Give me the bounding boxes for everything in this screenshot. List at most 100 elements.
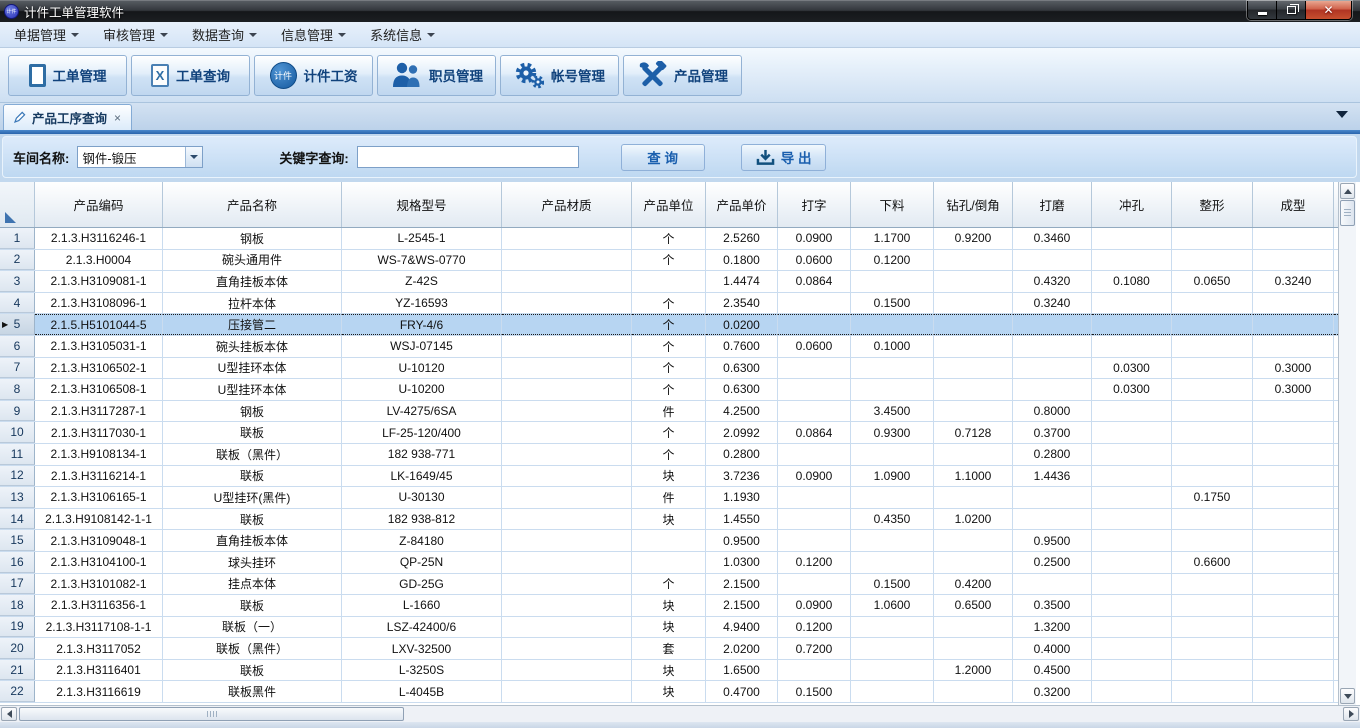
table-row[interactable]: 12.1.3.H3116246-1钢板L-2545-1个2.52600.0900… xyxy=(0,228,1338,250)
tab-product-process-query[interactable]: 产品工序查询 × xyxy=(3,104,132,130)
row-number-cell[interactable]: 8 xyxy=(0,379,35,400)
data-cell: 2.1.3.H3116619 xyxy=(35,681,163,702)
table-row[interactable]: 122.1.3.H3116214-1联板LK-1649/45块3.72360.0… xyxy=(0,466,1338,488)
column-header-11[interactable]: 冲孔 xyxy=(1092,182,1172,227)
close-button[interactable]: ✕ xyxy=(1306,1,1351,19)
data-cell xyxy=(1253,638,1334,659)
column-header-8[interactable]: 下料 xyxy=(851,182,934,227)
table-row[interactable]: 192.1.3.H3117108-1-1联板（一）LSZ-42400/6块4.9… xyxy=(0,617,1338,639)
menu-item-2[interactable]: 数据查询 xyxy=(184,22,265,47)
scroll-up-button[interactable] xyxy=(1340,183,1355,199)
row-number-cell[interactable]: 17 xyxy=(0,574,35,595)
row-number-cell[interactable]: 2 xyxy=(0,250,35,271)
data-cell xyxy=(1172,293,1253,314)
menu-item-3[interactable]: 信息管理 xyxy=(273,22,354,47)
row-number-cell[interactable]: 19 xyxy=(0,617,35,638)
menu-bar: 单据管理审核管理数据查询信息管理系统信息 xyxy=(0,22,1360,48)
row-number-cell[interactable]: 7 xyxy=(0,358,35,379)
row-number-cell[interactable]: 12 xyxy=(0,466,35,487)
row-number-cell[interactable]: 4 xyxy=(0,293,35,314)
row-number-cell[interactable]: 16 xyxy=(0,552,35,573)
row-number-cell[interactable]: 10 xyxy=(0,422,35,443)
arrow-up-icon xyxy=(1344,189,1352,194)
column-header-12[interactable]: 整形 xyxy=(1172,182,1253,227)
chevron-down-icon xyxy=(190,155,198,159)
row-number-cell[interactable]: 3 xyxy=(0,271,35,292)
table-row[interactable]: 132.1.3.H3106165-1U型挂环(黑件)U-30130件1.1930… xyxy=(0,487,1338,509)
toolbar-button-3[interactable]: 职员管理 xyxy=(377,55,496,96)
table-row[interactable]: 152.1.3.H3109048-1直角挂板本体Z-841800.95000.9… xyxy=(0,530,1338,552)
row-number-cell[interactable]: 22 xyxy=(0,681,35,702)
table-row[interactable]: 212.1.3.H3116401联板L-3250S块1.65001.20000.… xyxy=(0,660,1338,682)
tab-list-dropdown-icon[interactable] xyxy=(1336,111,1348,118)
scroll-left-button[interactable] xyxy=(1,707,17,721)
column-header-9[interactable]: 钻孔/倒角 xyxy=(934,182,1013,227)
table-row[interactable]: 202.1.3.H3117052联板（黑件）LXV-32500套2.02000.… xyxy=(0,638,1338,660)
row-number-cell[interactable]: ▶5 xyxy=(0,314,35,335)
table-row[interactable]: 22.1.3.H0004碗头通用件WS-7&WS-0770个0.18000.06… xyxy=(0,250,1338,272)
workshop-value: 钢件-锻压 xyxy=(78,148,185,167)
column-header-13[interactable]: 成型 xyxy=(1253,182,1334,227)
data-cell: 2.1500 xyxy=(706,595,778,616)
column-header-2[interactable]: 产品名称 xyxy=(163,182,342,227)
column-header-10[interactable]: 打磨 xyxy=(1013,182,1092,227)
column-header-6[interactable]: 产品单价 xyxy=(706,182,778,227)
toolbar-button-2[interactable]: 计件计件工资 xyxy=(254,55,373,96)
table-row[interactable]: 142.1.3.H9108142-1-1联板182 938-812块1.4550… xyxy=(0,509,1338,531)
table-row[interactable]: 172.1.3.H3101082-1挂点本体GD-25G个2.15000.150… xyxy=(0,574,1338,596)
keyword-input[interactable] xyxy=(357,146,579,168)
table-row[interactable]: 92.1.3.H3117287-1钢板LV-4275/6SA件4.25003.4… xyxy=(0,401,1338,423)
menu-item-0[interactable]: 单据管理 xyxy=(6,22,87,47)
table-row[interactable]: 62.1.3.H3105031-1碗头挂板本体WSJ-07145个0.76000… xyxy=(0,336,1338,358)
vertical-scrollbar[interactable] xyxy=(1338,182,1356,705)
export-button[interactable]: 导 出 xyxy=(741,144,827,171)
table-row[interactable]: 112.1.3.H9108134-1联板（黑件）182 938-771个0.28… xyxy=(0,444,1338,466)
table-row[interactable]: 32.1.3.H3109081-1直角挂板本体Z-42S1.44740.0864… xyxy=(0,271,1338,293)
row-number-cell[interactable]: 18 xyxy=(0,595,35,616)
row-number-cell[interactable]: 11 xyxy=(0,444,35,465)
column-header-1[interactable]: 产品编码 xyxy=(35,182,163,227)
table-row[interactable]: 222.1.3.H3116619联板黑件L-4045B块0.47000.1500… xyxy=(0,681,1338,703)
menu-item-label: 系统信息 xyxy=(370,25,422,44)
table-row[interactable]: 72.1.3.H3106502-1U型挂环本体U-10120个0.63000.0… xyxy=(0,358,1338,380)
table-row[interactable]: 42.1.3.H3108096-1拉杆本体YZ-16593个2.35400.15… xyxy=(0,293,1338,315)
row-number-cell[interactable]: 21 xyxy=(0,660,35,681)
horizontal-scrollbar[interactable] xyxy=(0,705,1360,722)
table-row[interactable]: 182.1.3.H3116356-1联板L-1660块2.15000.09001… xyxy=(0,595,1338,617)
row-number-cell[interactable]: 9 xyxy=(0,401,35,422)
table-row[interactable]: 102.1.3.H3117030-1联板LF-25-120/400个2.0992… xyxy=(0,422,1338,444)
column-header-4[interactable]: 产品材质 xyxy=(502,182,632,227)
row-number-cell[interactable]: 1 xyxy=(0,228,35,249)
search-button[interactable]: 查 询 xyxy=(621,144,705,171)
minimize-button[interactable] xyxy=(1248,1,1277,19)
row-number-cell[interactable]: 20 xyxy=(0,638,35,659)
scroll-right-button[interactable] xyxy=(1343,707,1359,721)
menu-item-1[interactable]: 审核管理 xyxy=(95,22,176,47)
workshop-select[interactable]: 钢件-锻压 xyxy=(77,146,203,168)
product-tools-icon xyxy=(637,61,667,89)
menu-item-4[interactable]: 系统信息 xyxy=(362,22,443,47)
select-all-header[interactable] xyxy=(0,182,35,227)
vertical-scroll-thumb[interactable] xyxy=(1340,200,1355,226)
toolbar-button-5[interactable]: 产品管理 xyxy=(623,55,742,96)
data-cell xyxy=(502,250,632,271)
toolbar-button-label: 工单管理 xyxy=(53,65,107,85)
toolbar-button-1[interactable]: X工单查询 xyxy=(131,55,250,96)
scroll-down-button[interactable] xyxy=(1340,688,1355,704)
column-header-3[interactable]: 规格型号 xyxy=(342,182,502,227)
restore-button[interactable] xyxy=(1277,1,1306,19)
column-header-5[interactable]: 产品单位 xyxy=(632,182,706,227)
row-number-cell[interactable]: 15 xyxy=(0,530,35,551)
toolbar-button-4[interactable]: 帐号管理 xyxy=(500,55,619,96)
column-header-7[interactable]: 打字 xyxy=(778,182,851,227)
workshop-dropdown-button[interactable] xyxy=(185,147,202,167)
tab-close-icon[interactable]: × xyxy=(113,111,122,125)
row-number-cell[interactable]: 6 xyxy=(0,336,35,357)
table-row[interactable]: 162.1.3.H3104100-1球头挂环QP-25N1.03000.1200… xyxy=(0,552,1338,574)
toolbar-button-0[interactable]: 工单管理 xyxy=(8,55,127,96)
horizontal-scroll-thumb[interactable] xyxy=(19,707,404,721)
row-number-cell[interactable]: 13 xyxy=(0,487,35,508)
table-row[interactable]: ▶52.1.5.H5101044-5压接管二FRY-4/6个0.0200 xyxy=(0,314,1338,336)
row-number-cell[interactable]: 14 xyxy=(0,509,35,530)
table-row[interactable]: 82.1.3.H3106508-1U型挂环本体U-10200个0.63000.0… xyxy=(0,379,1338,401)
